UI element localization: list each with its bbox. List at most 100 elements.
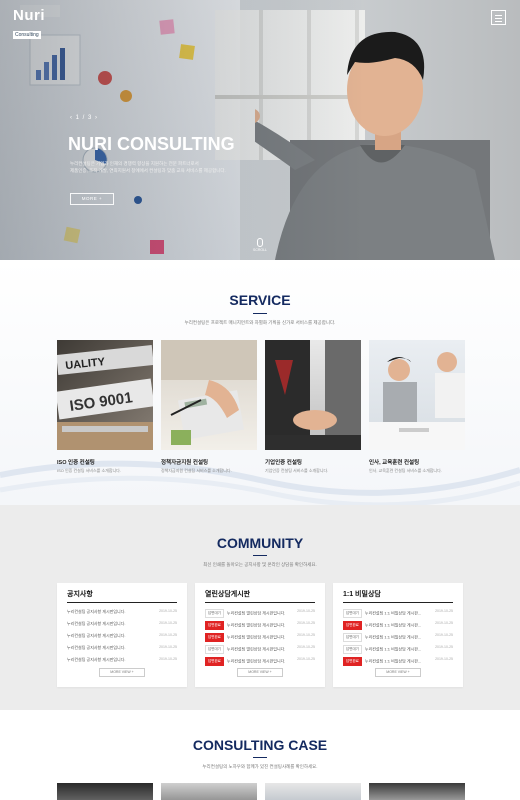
board-row-title: 누리컨설팅 1:1 비밀상담 게시판...: [364, 634, 422, 640]
board-row[interactable]: 답변대기 누리컨설팅 1:1 비밀상담 게시판... 2019-10-25: [343, 633, 453, 642]
logo[interactable]: Nuri Consulting: [13, 8, 45, 41]
consulting-case-section: CONSULTING CASE 누리컨설팅의 노하우와 함께가 있진 컨설팅사례…: [0, 710, 520, 800]
community-title: COMMUNITY: [216, 535, 304, 551]
hero-more-button[interactable]: MORE +: [70, 193, 114, 205]
slide-counter[interactable]: ‹ 1 / 3 ›: [70, 115, 98, 121]
more-view-button[interactable]: MORE VIEW +: [237, 668, 283, 677]
board-row[interactable]: 답변완료 누리컨설팅 1:1 비밀상담 게시판... 2019-10-25: [343, 621, 453, 630]
service-card[interactable]: 정책자금지원 컨설팅 정책자금지원 컨설팅 서비스를 소개합니다.: [161, 340, 257, 474]
case-image[interactable]: [57, 783, 153, 800]
hero-desc-line: 누리컨설팅은 기업과 인재의 경쟁력 향상을 지원하는 전문 파트너로서: [70, 161, 199, 166]
case-image[interactable]: [369, 783, 465, 800]
hamburger-icon[interactable]: [491, 10, 506, 25]
service-card-image: [369, 340, 465, 450]
service-card-title: ISO 인증 컨설팅: [57, 460, 95, 466]
board-row-title: 누리컨설팅 열린상담 게시판입니다.: [226, 646, 286, 652]
board-row-date: 2019-10-25: [297, 609, 315, 613]
service-card[interactable]: UALITY ISO 9001 ISO 인증 컨설팅 ISO 인증 컨설팅 서비…: [57, 340, 153, 474]
board-row-date: 2019-10-25: [435, 633, 453, 637]
case-subtitle: 누리컨설팅의 노하우와 함께가 있진 컨설팅사례를 확인하세요.: [202, 764, 318, 769]
scroll-indicator[interactable]: SCROLL: [253, 238, 267, 252]
board-divider: [67, 602, 177, 603]
board-row[interactable]: 답변대기 누리컨설팅 1:1 비밀상담 게시판... 2019-10-25: [343, 609, 453, 618]
service-card-image: [161, 340, 257, 450]
case-image[interactable]: [161, 783, 257, 800]
board-row-title: 누리컨설팅 열린상담 게시판입니다.: [226, 658, 286, 664]
status-badge: 답변완료: [343, 621, 362, 630]
title-divider: [253, 313, 267, 314]
board-row-title: 누리컨설팅 공지사항 게시판입니다.: [67, 657, 126, 662]
status-badge: 답변대기: [343, 609, 362, 618]
service-card-desc: 인사, 교육훈련 컨설팅 서비스를 소개합니다.: [369, 468, 442, 473]
hero-description: 누리컨설팅은 기업과 인재의 경쟁력 향상을 지원하는 전문 파트너로서 제품인…: [70, 160, 240, 174]
board-row[interactable]: 누리컨설팅 공지사항 게시판입니다. 2019-10-25: [67, 621, 177, 629]
board-divider: [343, 602, 453, 603]
service-card-image: [265, 340, 361, 450]
board-row[interactable]: 답변대기 누리컨설팅 열린상담 게시판입니다. 2019-10-25: [205, 609, 315, 618]
board-row-date: 2019-10-25: [435, 609, 453, 613]
board-row[interactable]: 답변완료 누리컨설팅 열린상담 게시판입니다. 2019-10-25: [205, 633, 315, 642]
hero-title: NURI CONSULTING: [68, 134, 235, 154]
board-row-title: 누리컨설팅 열린상담 게시판입니다.: [226, 610, 286, 616]
board-row[interactable]: 누리컨설팅 공지사항 게시판입니다. 2019-10-25: [67, 645, 177, 653]
service-card-image: UALITY ISO 9001: [57, 340, 153, 450]
board-box-open-consult: 열린상담게시판 답변대기 누리컨설팅 열린상담 게시판입니다. 2019-10-25…: [195, 583, 325, 687]
status-badge: 답변대기: [205, 645, 224, 654]
board-row[interactable]: 답변완료 누리컨설팅 열린상담 게시판입니다. 2019-10-25: [205, 621, 315, 630]
case-title: CONSULTING CASE: [192, 737, 328, 753]
board-row[interactable]: 답변완료 누리컨설팅 1:1 비밀상담 게시판... 2019-10-25: [343, 657, 453, 666]
board-row-title: 누리컨설팅 열린상담 게시판입니다.: [226, 634, 286, 640]
service-title: SERVICE: [229, 292, 291, 308]
board-row[interactable]: 답변대기 누리컨설팅 열린상담 게시판입니다. 2019-10-25: [205, 645, 315, 654]
board-title: 공지사항: [67, 591, 93, 598]
service-card[interactable]: 인사, 교육훈련 컨설팅 인사, 교육훈련 컨설팅 서비스를 소개합니다.: [369, 340, 465, 474]
more-view-button[interactable]: MORE VIEW +: [375, 668, 421, 677]
board-row-date: 2019-10-25: [297, 633, 315, 637]
board-row[interactable]: 누리컨설팅 공지사항 게시판입니다. 2019-10-25: [67, 657, 177, 665]
title-divider: [253, 757, 267, 758]
service-card-desc: 기업인증 컨설팅 서비스를 소개합니다.: [265, 468, 329, 473]
board-row-date: 2019-10-25: [159, 621, 177, 625]
board-row-title: 누리컨설팅 1:1 비밀상담 게시판...: [364, 622, 422, 628]
service-card-title: 인사, 교육훈련 컨설팅: [369, 460, 420, 466]
scroll-label: SCROLL: [253, 248, 268, 252]
case-image[interactable]: [265, 783, 361, 800]
service-card[interactable]: 기업인증 컨설팅 기업인증 컨설팅 서비스를 소개합니다.: [265, 340, 361, 474]
board-row-date: 2019-10-25: [297, 645, 315, 649]
service-section: SERVICE 누리컨설팅은 프로젝트 매니지먼트와 차별화 기획을 신가로 서…: [0, 260, 520, 505]
board-row[interactable]: 누리컨설팅 공지사항 게시판입니다. 2019-10-25: [67, 633, 177, 641]
status-badge: 답변대기: [343, 645, 362, 654]
status-badge: 답변완료: [343, 657, 362, 666]
board-row-title: 누리컨설팅 공지사항 게시판입니다.: [67, 633, 126, 638]
status-badge: 답변대기: [205, 609, 224, 618]
hero-desc-line: 제품인증, 조직 개발, 연최지원서 창에에서 컨설팅과 맞춤 교육 서비스를 …: [70, 168, 226, 173]
handshake-image: [265, 340, 361, 450]
logo-subtext: Consulting: [13, 31, 41, 39]
calculator-image: [161, 340, 257, 445]
board-row-date: 2019-10-25: [159, 633, 177, 637]
status-badge: 답변완료: [205, 633, 224, 642]
mouse-icon: [257, 238, 263, 247]
board-row-title: 누리컨설팅 공지사항 게시판입니다.: [67, 609, 126, 614]
board-divider: [205, 602, 315, 603]
board-row[interactable]: 답변완료 누리컨설팅 열린상담 게시판입니다. 2019-10-25: [205, 657, 315, 666]
meeting-image: [369, 352, 465, 450]
board-row-title: 누리컨설팅 1:1 비밀상담 게시판...: [364, 610, 422, 616]
board-row[interactable]: 답변대기 누리컨설팅 1:1 비밀상담 게시판... 2019-10-25: [343, 645, 453, 654]
board-row[interactable]: 누리컨설팅 공지사항 게시판입니다. 2019-10-25: [67, 609, 177, 617]
board-box-notice: 공지사항 누리컨설팅 공지사항 게시판입니다. 2019-10-25 누리컨설팅 …: [57, 583, 187, 687]
status-badge: 답변완료: [205, 621, 224, 630]
hero-section: Nuri Consulting ‹ 1 / 3 › NURI CONSULTIN…: [0, 0, 520, 260]
board-row-title: 누리컨설팅 공지사항 게시판입니다.: [67, 645, 126, 650]
board-row-date: 2019-10-25: [297, 657, 315, 661]
board-title: 열린상담게시판: [205, 591, 251, 598]
board-box-private-consult: 1:1 비밀상담 답변대기 누리컨설팅 1:1 비밀상담 게시판... 2019-1…: [333, 583, 463, 687]
title-divider: [253, 555, 267, 556]
community-section: COMMUNITY 최신 인쇄를 돌아오는 공지사항 및 온라인 상담을 확인하…: [0, 505, 520, 710]
board-row-date: 2019-10-25: [159, 657, 177, 661]
board-row-date: 2019-10-25: [435, 621, 453, 625]
board-row-date: 2019-10-25: [297, 621, 315, 625]
board-row-date: 2019-10-25: [159, 609, 177, 613]
iso-folder-image: UALITY ISO 9001: [57, 345, 153, 450]
more-view-button[interactable]: MORE VIEW +: [99, 668, 145, 677]
